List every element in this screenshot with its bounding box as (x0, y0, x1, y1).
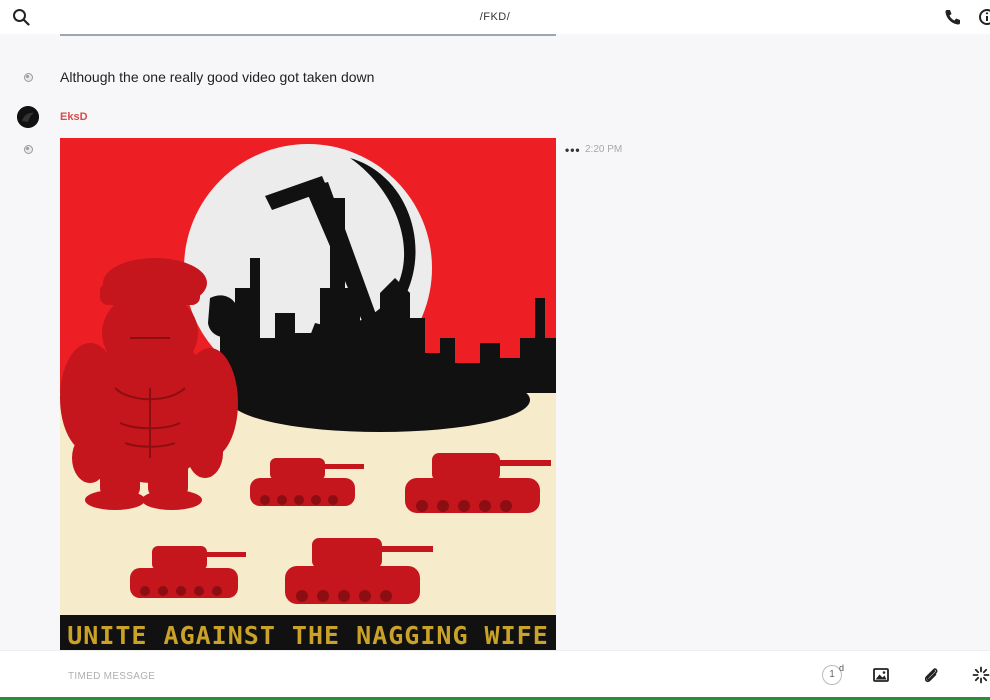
message-status-icon (24, 73, 33, 82)
paperclip-icon[interactable] (922, 666, 940, 684)
image-icon[interactable] (872, 666, 890, 684)
top-bar: /FKD/ (0, 0, 990, 34)
message-timestamp: 2:20 PM (585, 144, 623, 155)
sender-name[interactable]: EksD (60, 111, 88, 123)
message-text: Although the one really good video got t… (60, 69, 375, 85)
timer-unit-label: d (839, 663, 845, 673)
poster-caption: UNITE AGAINST THE NAGGING WIFE (67, 621, 549, 650)
conversation-title[interactable]: /FKD/ (0, 11, 990, 23)
message-composer: TIMED MESSAGE 1 d (0, 650, 990, 700)
quoted-divider (60, 34, 556, 36)
message-menu-button[interactable]: ••• (565, 143, 581, 157)
poster-illustration: UNITE AGAINST THE NAGGING WIFE (60, 138, 556, 650)
sparkle-icon[interactable] (972, 666, 990, 684)
avatar[interactable] (17, 106, 39, 128)
message-image[interactable]: UNITE AGAINST THE NAGGING WIFE (60, 138, 556, 650)
message-status-icon (24, 145, 33, 154)
message-input[interactable]: TIMED MESSAGE (68, 671, 155, 682)
info-icon[interactable] (978, 8, 990, 26)
phone-icon[interactable] (944, 8, 962, 26)
avatar-image (17, 106, 39, 128)
